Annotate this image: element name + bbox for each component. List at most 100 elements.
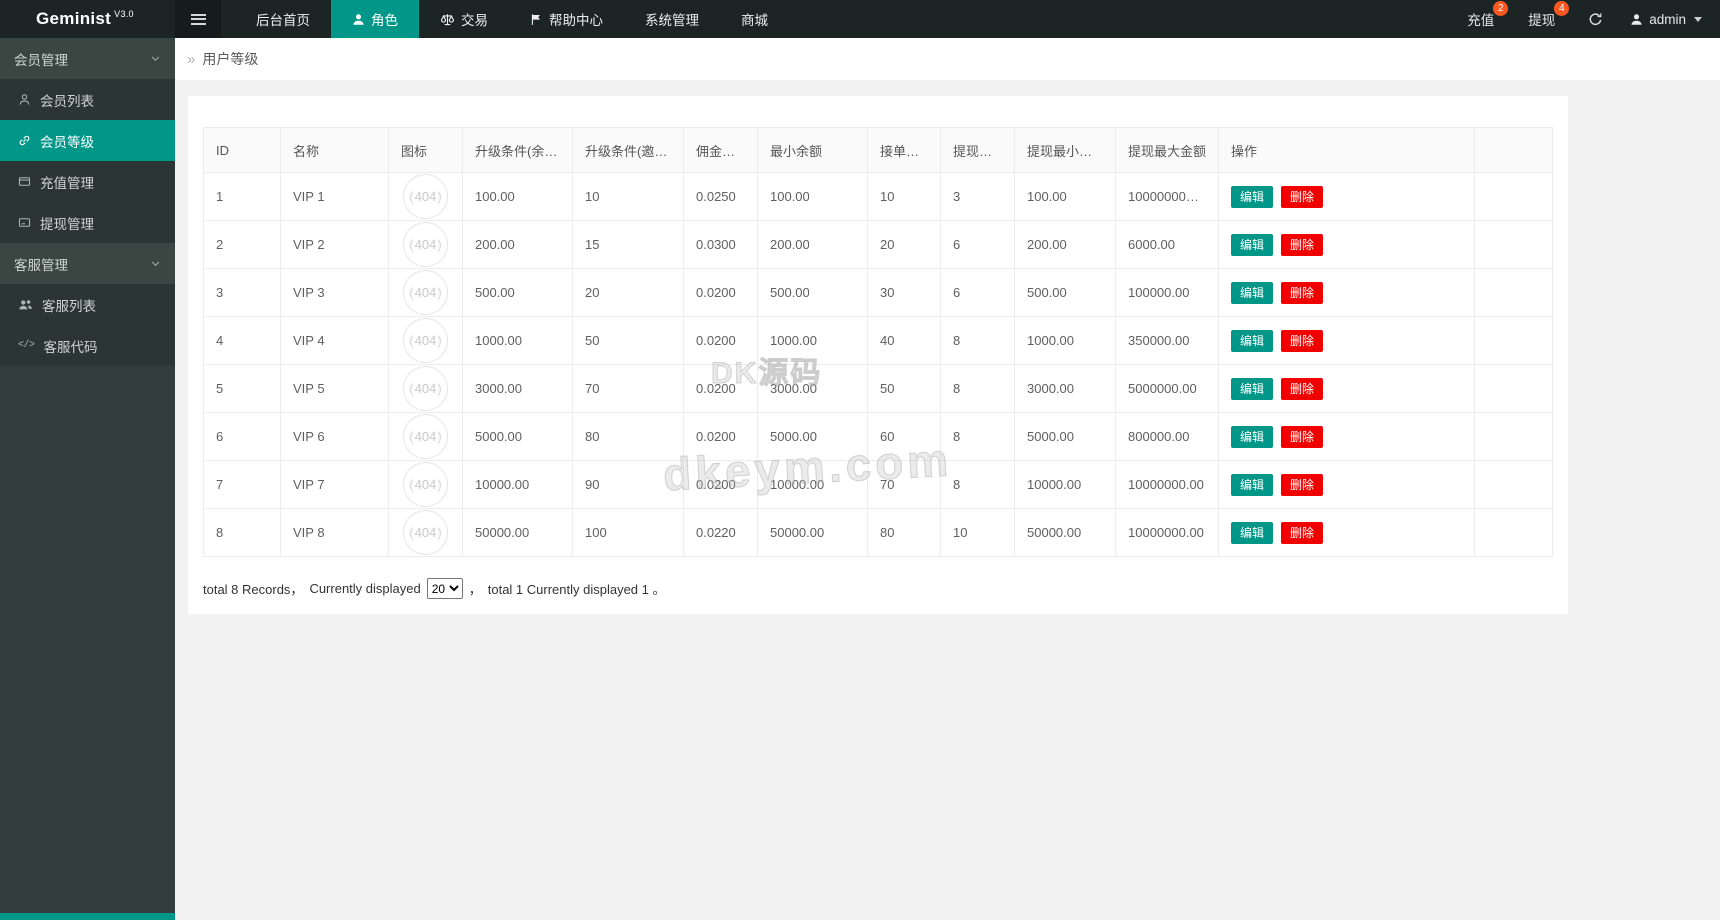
delete-button[interactable]: 删除: [1281, 330, 1323, 352]
delete-button[interactable]: 删除: [1281, 282, 1323, 304]
cell-withdraw-max: 100000.00: [1116, 269, 1219, 317]
cell-commission: 0.0200: [684, 317, 758, 365]
cell-filler: [1475, 509, 1553, 557]
sidebar-item-0[interactable]: 会员管理: [0, 38, 175, 79]
sidebar-menu: 会员管理会员列表会员等级充值管理提现管理客服管理客服列表</>客服代码: [0, 38, 175, 366]
sidebar-bottom-accent: [0, 913, 175, 920]
cell-id: 8: [204, 509, 281, 557]
cell-icon: 404: [389, 413, 463, 461]
delete-button[interactable]: 删除: [1281, 522, 1323, 544]
cell-upgrade-balance: 200.00: [463, 221, 573, 269]
table-body: 1VIP 1404100.00100.0250100.00103100.0010…: [204, 173, 1553, 557]
cell-name: VIP 8: [281, 509, 389, 557]
topnav-item-label: 后台首页: [256, 9, 310, 29]
topnav-item-5[interactable]: 商城: [720, 0, 789, 38]
notification-badge: 4: [1554, 1, 1569, 16]
cell-upgrade-invite: 90: [573, 461, 684, 509]
edit-button[interactable]: 编辑: [1231, 522, 1273, 544]
cell-order-count: 70: [868, 461, 941, 509]
person-icon: [352, 13, 365, 26]
menu-toggle-button[interactable]: [175, 0, 221, 38]
topbar: Geminist V3.0 后台首页角色交易帮助中心系统管理商城 充值2提现4 …: [0, 0, 1720, 38]
edit-button[interactable]: 编辑: [1231, 330, 1273, 352]
refresh-button[interactable]: [1572, 0, 1618, 38]
topbar-action-1[interactable]: 提现4: [1511, 0, 1572, 38]
cell-commission: 0.0250: [684, 173, 758, 221]
sidebar-item-6[interactable]: 客服列表: [0, 284, 175, 325]
cell-withdraw-min: 50000.00: [1015, 509, 1116, 557]
topnav-item-1[interactable]: 角色: [331, 0, 419, 38]
cell-upgrade-balance: 5000.00: [463, 413, 573, 461]
image-404-placeholder: 404: [403, 222, 448, 267]
user-menu[interactable]: admin: [1618, 0, 1720, 38]
image-404-placeholder: 404: [403, 510, 448, 555]
cell-min-balance: 100.00: [758, 173, 868, 221]
page-title: 用户等级: [202, 49, 258, 69]
caret-down-icon: [1694, 17, 1702, 22]
sidebar-item-4[interactable]: 提现管理: [0, 202, 175, 243]
topnav-item-3[interactable]: 帮助中心: [509, 0, 624, 38]
delete-button[interactable]: 删除: [1281, 426, 1323, 448]
edit-button[interactable]: 编辑: [1231, 474, 1273, 496]
table-card: ID名称图标升级条件(余额)升级条件(邀请)佣金比例最小余额接单次数提现次数提现…: [188, 96, 1568, 614]
image-404-placeholder: 404: [403, 318, 448, 363]
sidebar-item-label: 会员管理: [14, 49, 68, 69]
table-row: 6VIP 64045000.00800.02005000.006085000.0…: [204, 413, 1553, 461]
cell-withdraw-count: 8: [941, 365, 1015, 413]
sidebar-item-1[interactable]: 会员列表: [0, 79, 175, 120]
image-404-label: 404: [409, 429, 441, 444]
edit-button[interactable]: 编辑: [1231, 378, 1273, 400]
cell-actions: 编辑删除: [1219, 509, 1475, 557]
topbar-actions: 充值2提现4: [1450, 0, 1572, 38]
sidebar: 会员管理会员列表会员等级充值管理提现管理客服管理客服列表</>客服代码: [0, 38, 175, 920]
cell-actions: 编辑删除: [1219, 269, 1475, 317]
user-level-table: ID名称图标升级条件(余额)升级条件(邀请)佣金比例最小余额接单次数提现次数提现…: [203, 127, 1553, 557]
delete-button[interactable]: 删除: [1281, 378, 1323, 400]
topnav-item-0[interactable]: 后台首页: [235, 0, 331, 38]
cell-min-balance: 50000.00: [758, 509, 868, 557]
cell-filler: [1475, 461, 1553, 509]
image-404-label: 404: [409, 477, 441, 492]
cell-withdraw-max: 10000000.00: [1116, 509, 1219, 557]
table-header-row: ID名称图标升级条件(余额)升级条件(邀请)佣金比例最小余额接单次数提现次数提现…: [204, 128, 1553, 173]
cell-min-balance: 500.00: [758, 269, 868, 317]
topnav-item-4[interactable]: 系统管理: [624, 0, 720, 38]
delete-button[interactable]: 删除: [1281, 474, 1323, 496]
sidebar-item-label: 客服管理: [14, 254, 68, 274]
cell-upgrade-balance: 500.00: [463, 269, 573, 317]
sidebar-item-5[interactable]: 客服管理: [0, 243, 175, 284]
sidebar-item-2[interactable]: 会员等级: [0, 120, 175, 161]
topnav-item-2[interactable]: 交易: [419, 0, 509, 38]
top-nav: 后台首页 角色交易帮助中心 系统管理 商城: [235, 0, 789, 38]
sidebar-item-7[interactable]: </>客服代码: [0, 325, 175, 366]
column-header-1: 名称: [281, 128, 389, 173]
app-logo-text: Geminist: [36, 9, 111, 29]
cell-upgrade-invite: 20: [573, 269, 684, 317]
main-area: » 用户等级 ID名称图标升级条件(余额)升级条件(邀请)佣金比例最小余额接单次…: [175, 38, 1720, 920]
table-row: 5VIP 54043000.00700.02003000.005083000.0…: [204, 365, 1553, 413]
footer-separator: ，: [469, 579, 482, 598]
cell-withdraw-max: 10000000.00: [1116, 461, 1219, 509]
cell-commission: 0.0220: [684, 509, 758, 557]
delete-button[interactable]: 删除: [1281, 186, 1323, 208]
topnav-item-label: 系统管理: [645, 9, 699, 29]
cell-commission: 0.0200: [684, 413, 758, 461]
delete-button[interactable]: 删除: [1281, 234, 1323, 256]
topbar-action-0[interactable]: 充值2: [1450, 0, 1511, 38]
top-action-label: 充值: [1467, 9, 1494, 29]
edit-button[interactable]: 编辑: [1231, 186, 1273, 208]
edit-button[interactable]: 编辑: [1231, 234, 1273, 256]
user-icon: [1630, 13, 1643, 26]
sidebar-item-3[interactable]: 充值管理: [0, 161, 175, 202]
edit-button[interactable]: 编辑: [1231, 426, 1273, 448]
edit-button[interactable]: 编辑: [1231, 282, 1273, 304]
notification-badge: 2: [1493, 1, 1508, 16]
cell-filler: [1475, 317, 1553, 365]
balance-icon: [440, 12, 455, 27]
page-size-select[interactable]: 20: [427, 578, 463, 599]
username: admin: [1649, 12, 1686, 27]
cell-withdraw-max: 1000000000...: [1116, 173, 1219, 221]
cell-name: VIP 5: [281, 365, 389, 413]
cell-withdraw-min: 1000.00: [1015, 317, 1116, 365]
cell-name: VIP 2: [281, 221, 389, 269]
